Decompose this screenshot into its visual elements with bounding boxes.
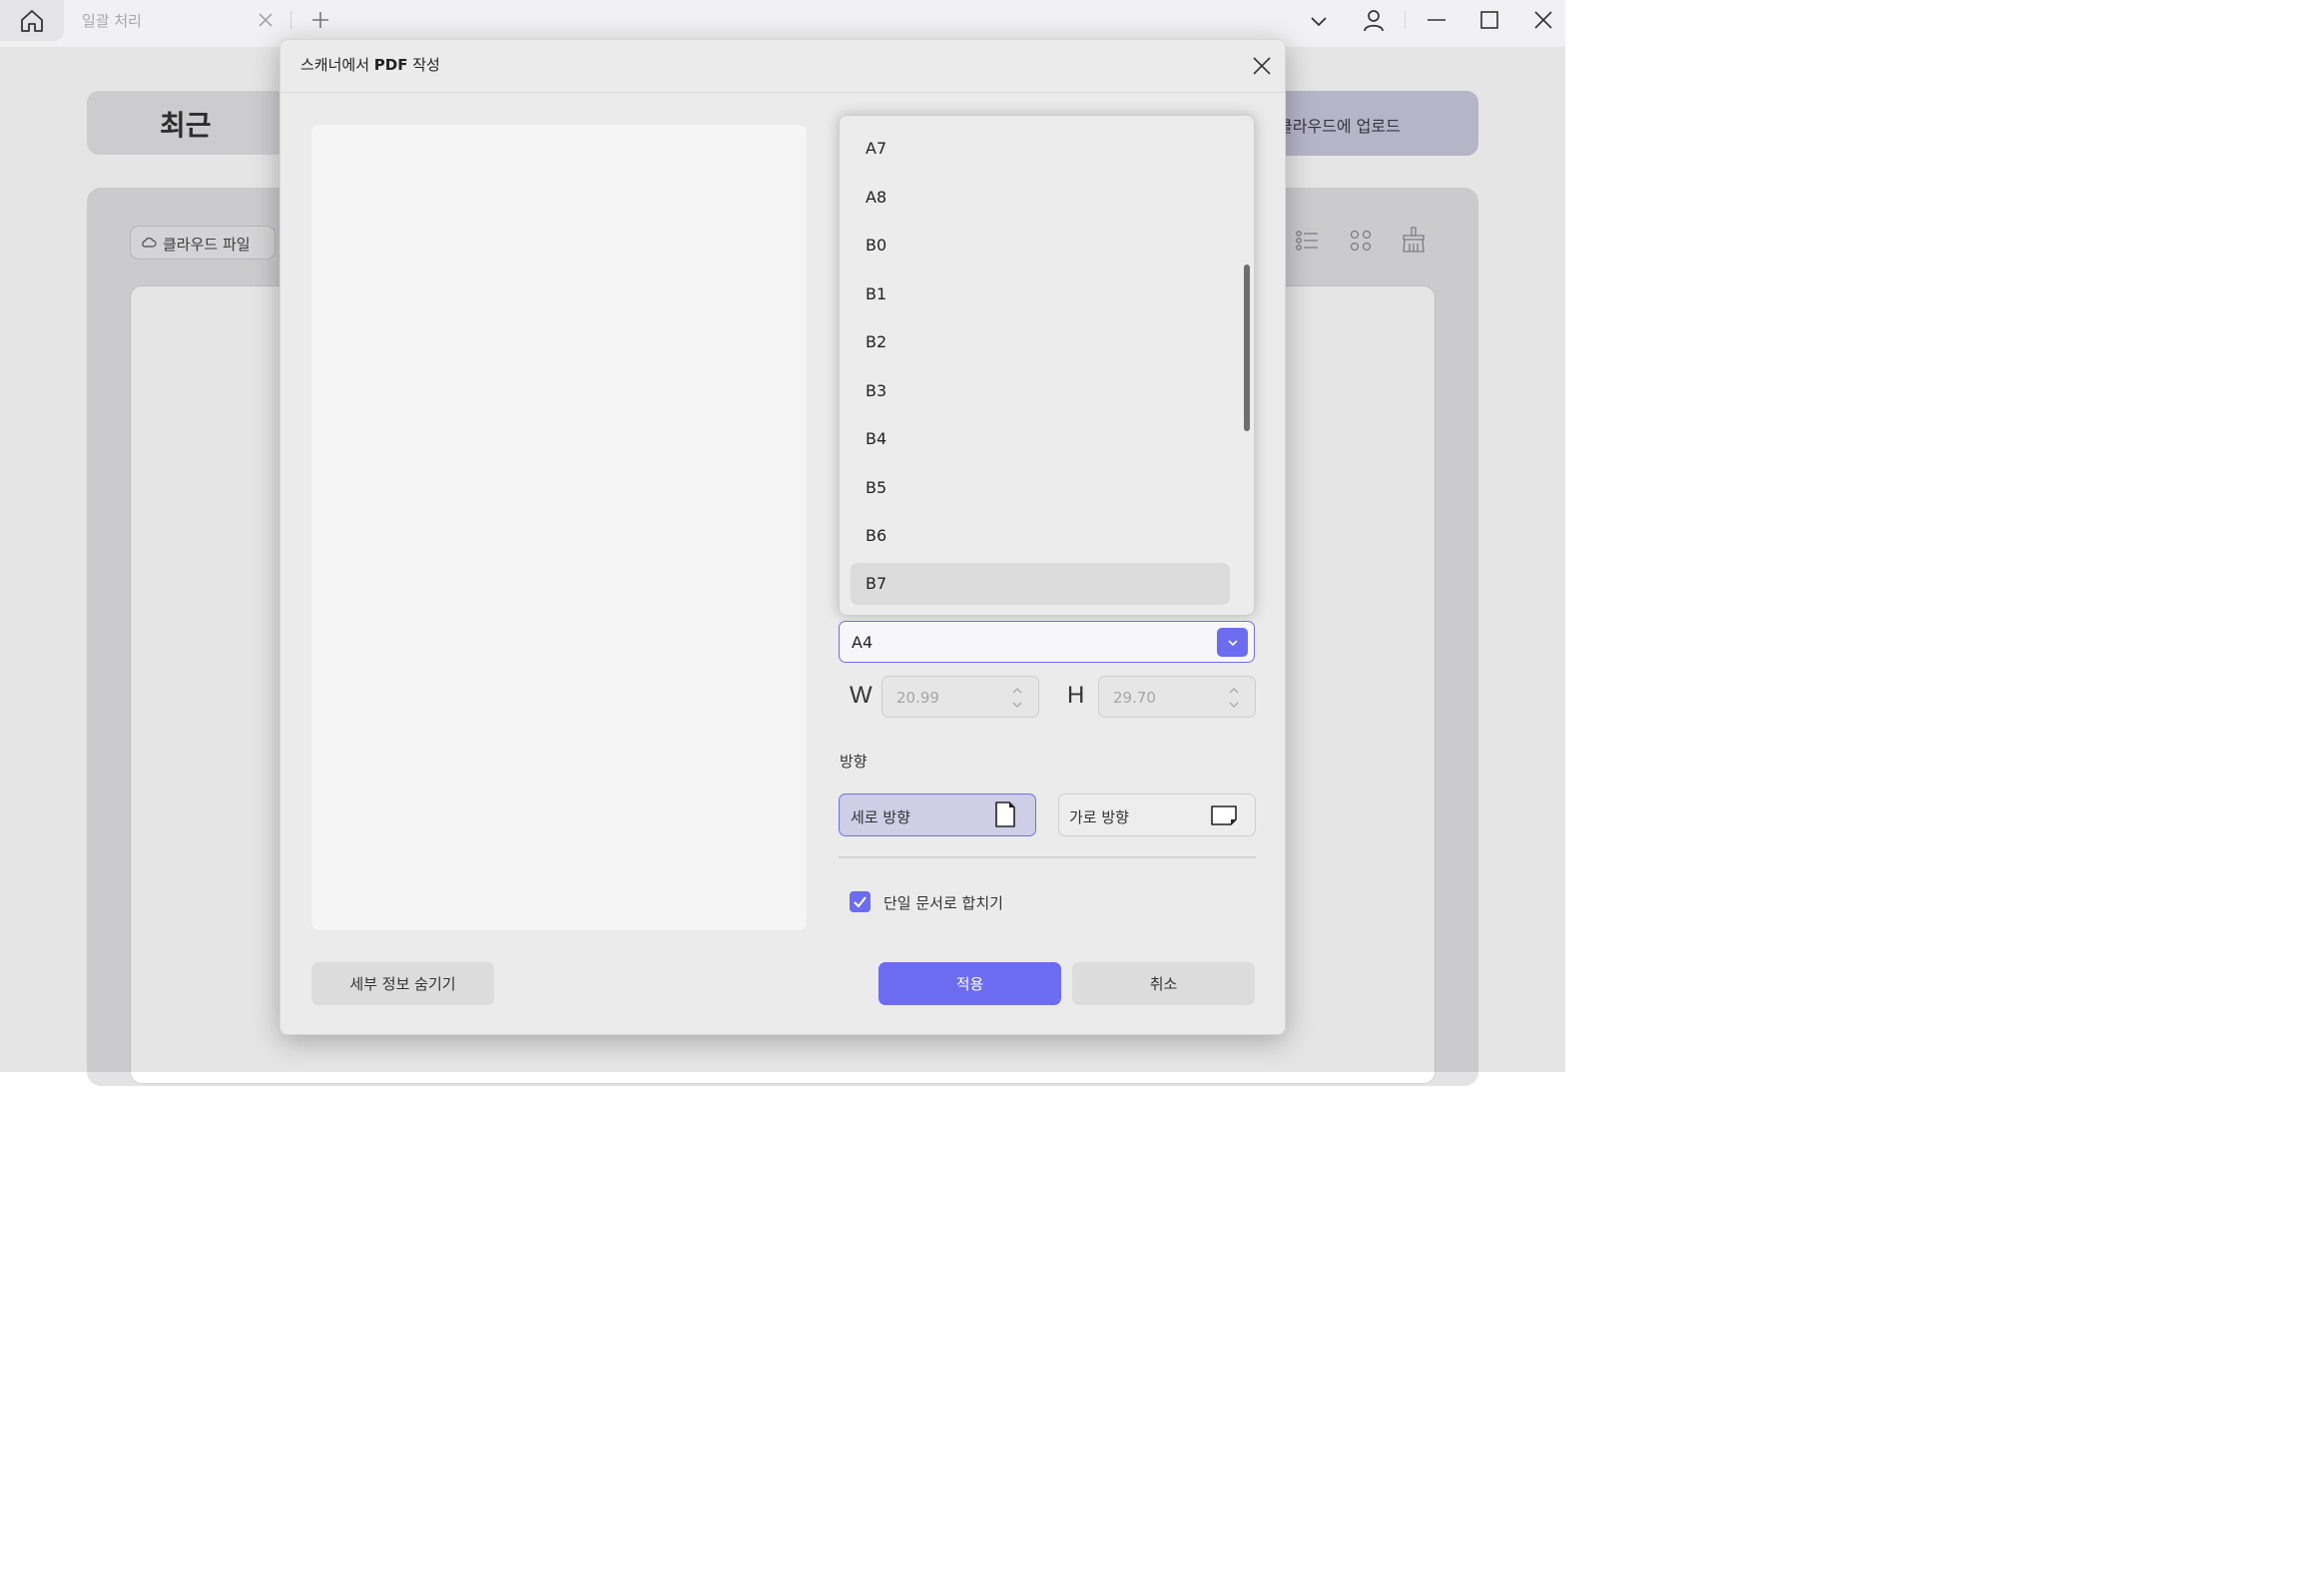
width-label: W xyxy=(850,682,872,709)
user-icon[interactable] xyxy=(1362,8,1386,32)
maximize-icon[interactable] xyxy=(1478,9,1500,31)
scan-preview-area xyxy=(311,125,807,930)
hide-details-button[interactable]: 세부 정보 숨기기 xyxy=(311,962,494,1005)
stepper-arrows-icon[interactable] xyxy=(1010,685,1024,711)
paper-size-option-b7[interactable]: B7 xyxy=(851,563,1230,605)
paper-size-option-b2[interactable]: B2 xyxy=(851,321,1230,363)
checkmark-icon xyxy=(854,896,867,908)
orientation-label: 방향 xyxy=(840,753,868,771)
dialog-title-bold: PDF xyxy=(373,56,408,74)
paper-size-option-label: B1 xyxy=(866,284,887,303)
dialog-title-suffix: 작성 xyxy=(407,56,440,74)
height-value: 29.70 xyxy=(1113,689,1156,707)
title-divider xyxy=(281,92,1285,93)
paper-size-option-label: B5 xyxy=(866,478,887,497)
paper-size-option-label: B2 xyxy=(866,332,887,351)
paper-size-option-b3[interactable]: B3 xyxy=(851,370,1230,412)
dialog-title-prefix: 스캐너에서 xyxy=(300,56,374,74)
paper-size-option-b0[interactable]: B0 xyxy=(851,225,1230,266)
paper-size-option-label: A7 xyxy=(866,139,887,158)
close-icon[interactable] xyxy=(1532,9,1554,31)
plus-icon[interactable] xyxy=(309,9,331,31)
portrait-label: 세로 방향 xyxy=(851,808,910,826)
paper-size-select[interactable]: A4 xyxy=(839,621,1255,663)
stepper-arrows-icon[interactable] xyxy=(1227,685,1241,711)
close-icon[interactable] xyxy=(257,11,275,29)
paper-size-option-a8[interactable]: A8 xyxy=(851,177,1230,219)
merge-single-document-checkbox[interactable] xyxy=(850,891,871,912)
minimize-icon[interactable] xyxy=(1426,9,1448,31)
document-tab-label: 일괄 처리 xyxy=(82,12,142,30)
height-input[interactable]: 29.70 xyxy=(1098,676,1256,718)
paper-size-dropdown-list[interactable]: A7 A8 B0 B1 B2 B3 B4 B5 B6 B7 xyxy=(839,115,1255,616)
height-label: H xyxy=(1067,682,1085,709)
create-pdf-from-scanner-dialog: 스캐너에서 PDF 작성 A7 A8 B0 B1 B2 B3 B4 B5 B6 … xyxy=(280,39,1286,1035)
merge-single-document-label: 단일 문서로 합치기 xyxy=(883,894,1003,912)
section-divider xyxy=(839,856,1256,858)
cancel-button[interactable]: 취소 xyxy=(1072,962,1255,1005)
window-controls-divider xyxy=(1405,11,1406,29)
paper-size-value: A4 xyxy=(852,633,873,652)
paper-size-option-label: B7 xyxy=(866,574,887,593)
paper-size-option-label: B6 xyxy=(866,526,887,545)
chevron-down-icon[interactable] xyxy=(1308,10,1330,32)
width-input[interactable]: 20.99 xyxy=(881,676,1039,718)
dialog-title: 스캐너에서 PDF 작성 xyxy=(300,54,440,75)
paper-size-option-a7[interactable]: A7 xyxy=(851,128,1230,170)
close-icon[interactable] xyxy=(1251,55,1273,77)
dropdown-scrollbar-thumb[interactable] xyxy=(1244,265,1250,431)
paper-size-option-b5[interactable]: B5 xyxy=(851,467,1230,509)
landscape-orientation-button[interactable]: 가로 방향 xyxy=(1058,794,1256,836)
chevron-down-icon xyxy=(1227,639,1238,646)
portrait-orientation-button[interactable]: 세로 방향 xyxy=(839,794,1036,836)
width-value: 20.99 xyxy=(896,689,939,707)
document-tab[interactable]: 일괄 처리 xyxy=(64,0,284,41)
home-tab[interactable] xyxy=(0,0,64,41)
portrait-page-icon xyxy=(995,801,1015,827)
paper-size-option-label: B0 xyxy=(866,236,887,255)
paper-size-dropdown-button[interactable] xyxy=(1217,628,1248,657)
home-icon xyxy=(21,9,43,32)
tab-divider xyxy=(290,11,291,29)
apply-button[interactable]: 적용 xyxy=(878,962,1061,1005)
landscape-label: 가로 방향 xyxy=(1069,808,1129,826)
paper-size-option-label: A8 xyxy=(866,188,887,207)
paper-size-option-b4[interactable]: B4 xyxy=(851,418,1230,460)
paper-size-option-b1[interactable]: B1 xyxy=(851,273,1230,315)
paper-size-option-b6[interactable]: B6 xyxy=(851,515,1230,557)
paper-size-option-label: B4 xyxy=(866,429,887,448)
paper-size-option-label: B3 xyxy=(866,381,887,400)
landscape-page-icon xyxy=(1211,805,1237,825)
